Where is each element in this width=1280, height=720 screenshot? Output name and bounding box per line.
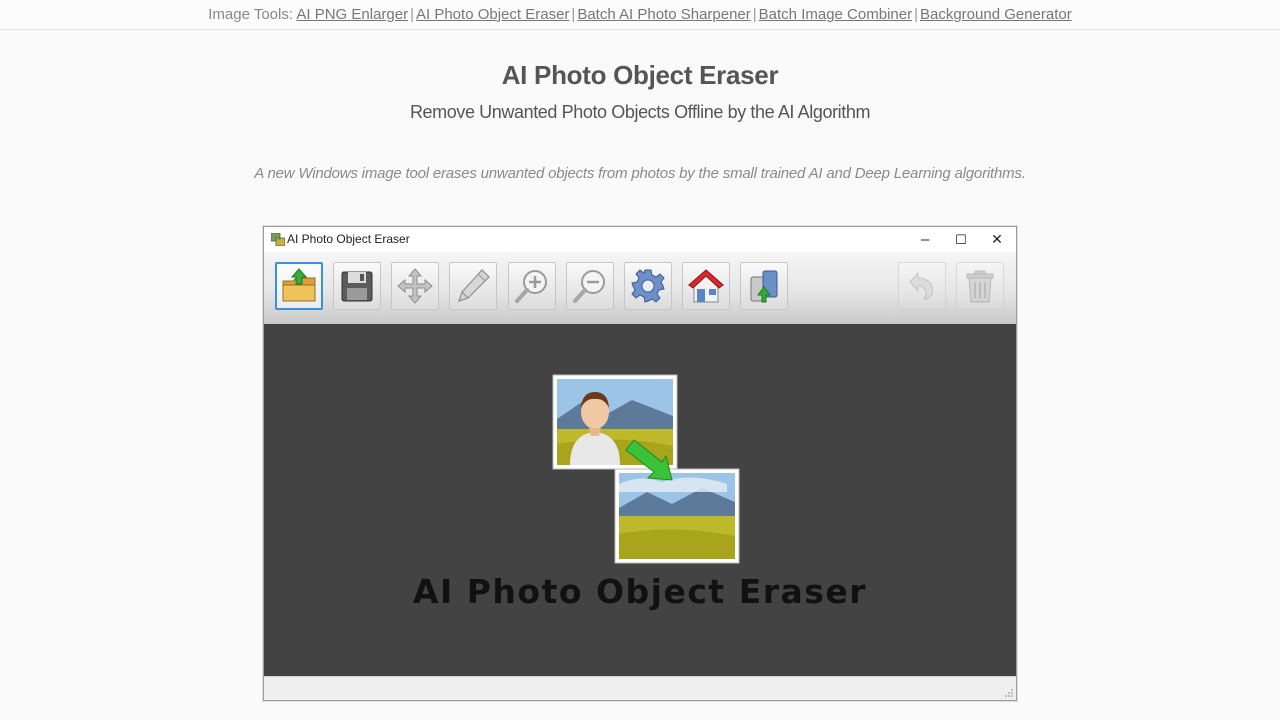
nav-link-batch-ai-photo-sharpener[interactable]: Batch AI Photo Sharpener <box>577 6 750 23</box>
nav-link-ai-photo-object-eraser[interactable]: AI Photo Object Eraser <box>416 6 569 23</box>
page-title: AI Photo Object Eraser <box>501 60 779 90</box>
settings-gear-icon <box>631 269 665 303</box>
zoom-out-icon <box>573 270 605 303</box>
open-folder-icon <box>282 268 316 302</box>
zoom-in-button[interactable] <box>508 262 556 310</box>
toolbar <box>264 252 1016 324</box>
page-subtitle: Remove Unwanted Photo Objects Offline by… <box>409 102 871 122</box>
nav-link-ai-png-enlarger[interactable]: AI PNG Enlarger <box>296 6 408 23</box>
trash-icon <box>966 270 994 303</box>
open-button[interactable] <box>275 262 323 310</box>
app-icon <box>271 233 285 246</box>
splash-title: AI Photo Object Eraser <box>412 572 868 611</box>
nav-link-background-generator[interactable]: Background Generator <box>920 6 1072 23</box>
zoom-out-button[interactable] <box>566 262 614 310</box>
close-button[interactable]: ✕ <box>979 227 1015 252</box>
maximize-button[interactable]: ☐ <box>943 227 979 252</box>
page-lead-text: A new Windows image tool erases unwanted… <box>254 165 1026 182</box>
home-button[interactable] <box>682 262 730 310</box>
export-button[interactable] <box>740 262 788 310</box>
save-icon <box>341 271 373 302</box>
zoom-in-icon <box>515 270 547 303</box>
window-title: AI Photo Object Eraser <box>287 232 410 246</box>
minimize-button[interactable]: – <box>907 227 943 252</box>
undo-icon <box>909 271 933 300</box>
save-button[interactable] <box>333 262 381 310</box>
resize-grip-icon[interactable] <box>1004 688 1014 698</box>
app-window: AI Photo Object Eraser – ☐ ✕ AI Photo Ob… <box>263 226 1017 701</box>
nav-separator: | <box>914 6 918 23</box>
undo-button[interactable] <box>898 262 946 310</box>
move-icon <box>397 268 433 304</box>
image-canvas[interactable]: AI Photo Object Eraser <box>264 324 1016 676</box>
delete-button[interactable] <box>956 262 1004 310</box>
image-tools-nav: Image Tools: AI PNG Enlarger | AI Photo Ob… <box>0 0 1280 30</box>
settings-button[interactable] <box>624 262 672 310</box>
eraser-pen-icon <box>458 269 490 302</box>
nav-prefix: Image Tools: <box>208 6 294 23</box>
window-titlebar: AI Photo Object Eraser – ☐ ✕ <box>264 227 1016 252</box>
eraser-button[interactable] <box>449 262 497 310</box>
move-button[interactable] <box>391 262 439 310</box>
status-bar <box>264 676 1016 700</box>
home-icon <box>687 269 725 303</box>
nav-separator: | <box>752 6 757 23</box>
nav-link-batch-image-combiner[interactable]: Batch Image Combiner <box>759 6 912 23</box>
splash-illustration <box>552 374 740 564</box>
export-icon <box>750 270 778 303</box>
nav-separator: | <box>410 6 414 23</box>
